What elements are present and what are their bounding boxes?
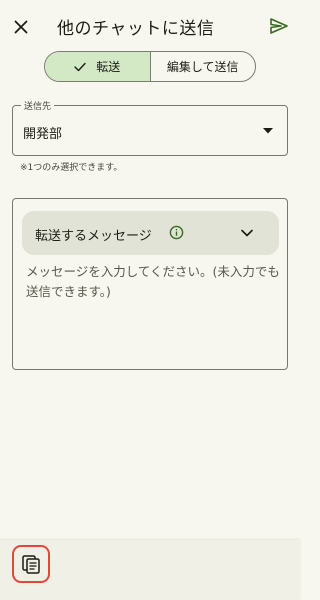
forward-option-label: 転送 — [96, 60, 121, 74]
top-app-bar: 他のチャットに送信 — [0, 0, 300, 52]
destination-label: 送信先 — [21, 99, 55, 112]
info-icon[interactable] — [169, 225, 184, 240]
destination-value: 開発部 — [23, 127, 63, 142]
destination-helper-text: ※1つのみ選択できます。 — [20, 163, 123, 173]
forwarded-message-toggle[interactable]: 転送するメッセージ — [22, 211, 279, 255]
copy-button[interactable] — [12, 545, 50, 583]
forward-screen: 他のチャットに送信 転送 編集して送信 送信先 開発部 ※1つのみ選択できます。 — [0, 0, 300, 600]
mode-toggle: 転送 編集して送信 — [44, 51, 256, 82]
dropdown-arrow-icon — [263, 128, 273, 134]
edit-and-send-option[interactable]: 編集して送信 — [151, 52, 256, 81]
destination-select[interactable]: 送信先 開発部 — [12, 99, 288, 156]
chevron-down-icon — [241, 229, 253, 237]
close-icon — [14, 20, 28, 34]
copy-icon — [22, 555, 40, 574]
send-button[interactable] — [266, 13, 292, 39]
page-title: 他のチャットに送信 — [57, 19, 215, 39]
edit-and-send-option-label: 編集して送信 — [166, 60, 239, 74]
message-input-area[interactable]: 転送するメッセージ メッセージを入力してください。(未入力でも送信できます。) — [12, 198, 288, 370]
message-placeholder: メッセージを入力してください。(未入力でも送信できます。) — [26, 264, 280, 299]
check-icon — [74, 62, 86, 72]
forward-option[interactable]: 転送 — [45, 52, 151, 81]
forwarded-message-label: 転送するメッセージ — [35, 229, 152, 244]
close-button[interactable] — [8, 14, 34, 40]
send-icon — [270, 18, 288, 34]
